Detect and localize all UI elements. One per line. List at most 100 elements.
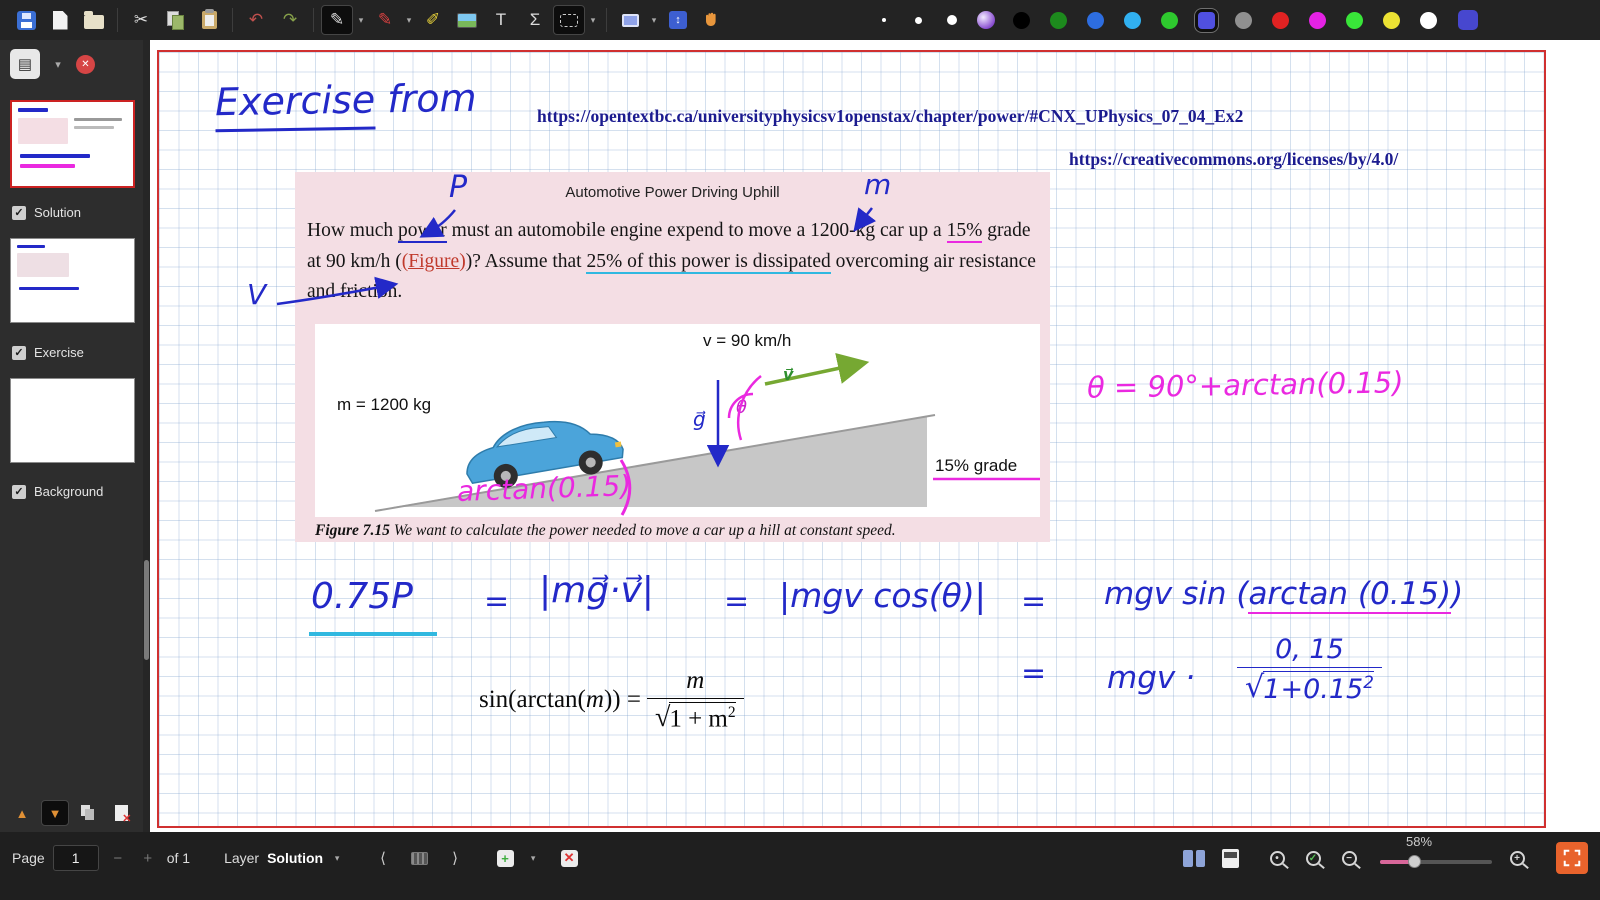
- chevron-down-icon[interactable]: ▾: [527, 853, 539, 864]
- save-icon: [17, 11, 36, 30]
- cyan-underline: [309, 632, 437, 636]
- page-thumbnail-current[interactable]: [10, 100, 135, 188]
- image-icon: [457, 13, 477, 28]
- layer-visible-checkbox[interactable]: ✓: [12, 206, 26, 220]
- fullscreen-button[interactable]: [1556, 842, 1588, 874]
- layer-select-button[interactable]: [405, 844, 433, 872]
- fill-color-icon: [977, 11, 995, 29]
- thumbnail-content: [17, 253, 69, 277]
- delete-layer-button[interactable]: ✕: [555, 844, 583, 872]
- red-pen-tool-button[interactable]: ✎: [369, 5, 401, 35]
- vertical-space-button[interactable]: ↕: [662, 5, 694, 35]
- zoom-fit-button[interactable]: ✓: [1302, 844, 1330, 872]
- identity-lhs: sin(arctan(m)) =: [479, 686, 641, 714]
- fine-dot-icon: [882, 18, 886, 22]
- color-picker-button[interactable]: [1458, 10, 1478, 30]
- document-canvas[interactable]: Exercise from https://opentextbc.ca/univ…: [150, 40, 1600, 832]
- figure-caption: Figure 7.15 We want to calculate the pow…: [315, 522, 1037, 540]
- layer-thumbnail-exercise[interactable]: [10, 378, 135, 463]
- insert-image-button[interactable]: [451, 5, 483, 35]
- zoom-slider-track[interactable]: [1380, 860, 1492, 864]
- figure-link[interactable]: (Figure): [402, 251, 466, 272]
- work-l2-fraction: 0, 15 √1+0.152: [1237, 634, 1382, 706]
- zoom-in-button[interactable]: +: [1506, 844, 1534, 872]
- move-layer-down-button[interactable]: ▼: [41, 800, 69, 826]
- zoom-out-button[interactable]: −: [1338, 844, 1366, 872]
- color-swatch[interactable]: [1050, 12, 1067, 29]
- color-swatch[interactable]: [1235, 12, 1252, 29]
- dual-page-view-button[interactable]: [1180, 844, 1208, 872]
- color-swatch[interactable]: [1383, 12, 1400, 29]
- chevron-down-icon[interactable]: ▾: [331, 853, 343, 864]
- add-layer-button[interactable]: +: [491, 844, 519, 872]
- color-swatch[interactable]: [1161, 12, 1178, 29]
- cut-button[interactable]: ✂: [125, 5, 157, 35]
- scrollbar-thumb[interactable]: [144, 560, 149, 660]
- color-swatch[interactable]: [1124, 12, 1141, 29]
- color-swatch-selected[interactable]: [1198, 12, 1215, 29]
- page-number-input[interactable]: [53, 845, 99, 871]
- selection-tool-button[interactable]: [553, 5, 585, 35]
- color-swatch[interactable]: [1420, 12, 1437, 29]
- shape-tool-button[interactable]: [614, 5, 646, 35]
- chevron-down-icon[interactable]: ▾: [403, 15, 415, 26]
- highlighter-tool-button[interactable]: ✐: [417, 5, 449, 35]
- layer-visible-checkbox[interactable]: ✓: [12, 485, 26, 499]
- duplicate-page-button[interactable]: [74, 800, 102, 826]
- undo-button[interactable]: ↶: [240, 5, 272, 35]
- close-icon: ✕: [122, 815, 131, 824]
- preview-pane-button[interactable]: ▤: [10, 49, 40, 79]
- page-increment-button[interactable]: +: [137, 850, 159, 867]
- color-swatch[interactable]: [1346, 12, 1363, 29]
- previous-layer-button[interactable]: ⟨: [369, 844, 397, 872]
- thumbnail-content: [74, 118, 122, 121]
- annotation-mass: m: [864, 168, 891, 201]
- color-swatch[interactable]: [1013, 12, 1030, 29]
- zoom-slider-handle[interactable]: [1408, 855, 1421, 868]
- g-vector-label: g⃗: [693, 407, 706, 431]
- zoom-original-button[interactable]: •: [1266, 844, 1294, 872]
- annotation-arctan: arctan(0.15): [456, 469, 631, 508]
- hand-tool-button[interactable]: [696, 5, 728, 35]
- layer-visible-checkbox[interactable]: ✓: [12, 346, 26, 360]
- stroke-thick-button[interactable]: [936, 5, 968, 35]
- color-swatch[interactable]: [1272, 12, 1289, 29]
- pen-icon: ✎: [378, 10, 392, 30]
- delete-page-button[interactable]: ✕: [107, 800, 135, 826]
- page-decrement-button[interactable]: −: [107, 850, 129, 867]
- chevron-down-icon[interactable]: ▾: [52, 58, 64, 71]
- text-tool-button[interactable]: T: [485, 5, 517, 35]
- sidebar-scrollbar[interactable]: [143, 40, 150, 832]
- chevron-down-icon[interactable]: ▾: [355, 15, 367, 26]
- thick-dot-icon: [947, 15, 957, 25]
- stroke-fine-button[interactable]: [868, 5, 900, 35]
- move-layer-up-button[interactable]: ▲: [8, 800, 36, 826]
- math-tex-button[interactable]: Σ: [519, 5, 551, 35]
- layer-thumbnail-solution[interactable]: [10, 238, 135, 323]
- save-button[interactable]: [10, 5, 42, 35]
- redo-icon: ↷: [283, 10, 297, 30]
- presentation-mode-button[interactable]: [1216, 844, 1244, 872]
- paste-button[interactable]: [193, 5, 225, 35]
- scissors-icon: ✂: [134, 10, 148, 30]
- close-sidebar-button[interactable]: ✕: [76, 55, 95, 74]
- chevron-down-icon[interactable]: ▾: [587, 15, 599, 26]
- next-layer-button[interactable]: ⟩: [441, 844, 469, 872]
- open-button[interactable]: [78, 5, 110, 35]
- equals-sign: =: [484, 584, 509, 619]
- new-document-button[interactable]: [44, 5, 76, 35]
- stroke-medium-button[interactable]: [902, 5, 934, 35]
- chevron-down-icon[interactable]: ▾: [648, 15, 660, 26]
- redo-button[interactable]: ↷: [274, 5, 306, 35]
- copy-button[interactable]: [159, 5, 191, 35]
- identity-fraction: m √1 + m2: [647, 667, 744, 734]
- exercise-box: Automotive Power Driving Uphill How much…: [295, 172, 1050, 542]
- pen-tool-button[interactable]: ✎: [321, 5, 353, 35]
- color-swatch[interactable]: [1309, 12, 1326, 29]
- zoom-slider[interactable]: 58%: [1380, 842, 1492, 874]
- color-swatch[interactable]: [1087, 12, 1104, 29]
- current-layer-value[interactable]: Solution: [267, 850, 323, 866]
- notebook-page[interactable]: Exercise from https://opentextbc.ca/univ…: [157, 50, 1546, 828]
- exercise-title: Automotive Power Driving Uphill: [295, 184, 1050, 201]
- fill-color-button[interactable]: [970, 5, 1002, 35]
